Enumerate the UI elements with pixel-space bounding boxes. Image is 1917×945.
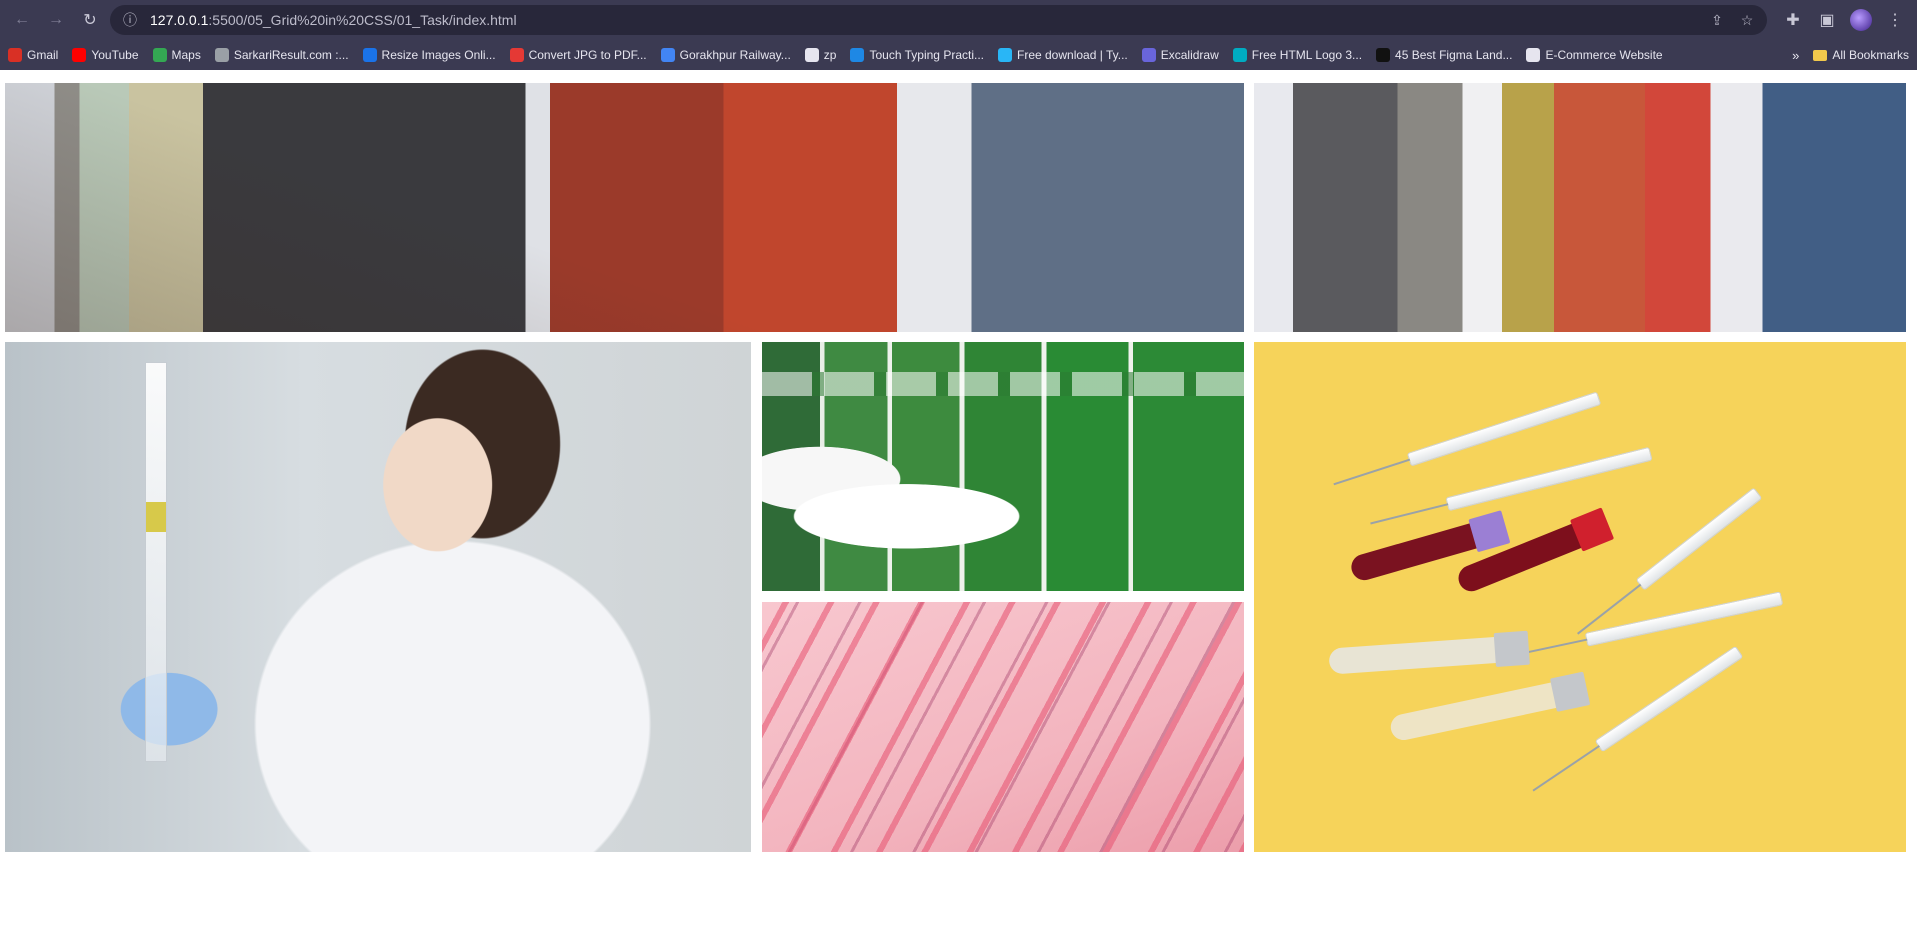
side-panel-button[interactable]: ▣ (1813, 6, 1841, 34)
image-grid (0, 70, 1917, 945)
share-icon[interactable]: ⇪ (1707, 12, 1727, 29)
kebab-menu-icon: ⋮ (1887, 12, 1903, 29)
star-icon[interactable]: ☆ (1737, 12, 1757, 29)
jar-labels (762, 372, 1244, 396)
convert-jpg-icon (509, 48, 524, 62)
bookmark-label: Free HTML Logo 3... (1251, 48, 1363, 62)
blood-vial (1328, 630, 1530, 675)
bookmark-7[interactable]: Gorakhpur Railway... (660, 48, 791, 62)
vial-cap (1569, 507, 1615, 552)
bookmark-label: zp (823, 48, 837, 62)
bookmark-9[interactable]: Touch Typing Practi... (850, 48, 984, 62)
all-bookmarks-button[interactable]: All Bookmarks (1813, 48, 1909, 62)
bookmark-11[interactable]: Excalidraw (1141, 48, 1219, 62)
forward-button[interactable]: → (42, 6, 70, 34)
extensions-button[interactable]: ✚ (1779, 6, 1807, 34)
excalidraw-icon (1141, 48, 1156, 62)
bookmark-label: Gorakhpur Railway... (679, 48, 791, 62)
test-tube (145, 362, 167, 762)
syringe (1333, 391, 1602, 486)
address-bar[interactable]: ⓘ 127.0.0.1:5500/05_Grid%20in%20CSS/01_T… (110, 5, 1767, 35)
fabric-swatches-image-2 (1254, 83, 1906, 332)
bookmark-label: Maps (171, 48, 201, 62)
needle (1370, 503, 1449, 525)
bookmark-label: 45 Best Figma Land... (1395, 48, 1513, 62)
zp-icon (804, 48, 819, 62)
all-bookmarks-label: All Bookmarks (1832, 48, 1909, 62)
info-icon[interactable]: ⓘ (120, 10, 140, 30)
fabric-swatches-image (5, 83, 1244, 332)
maps-icon (152, 48, 167, 62)
vial-cap (1493, 630, 1530, 668)
url-host: 127.0.0.1 (150, 12, 209, 28)
gmail-icon (8, 48, 22, 62)
syringe (1508, 591, 1784, 658)
avatar (1850, 9, 1872, 31)
menu-button[interactable]: ⋮ (1881, 6, 1909, 34)
yellow-syringes-image (1254, 342, 1906, 852)
reload-button[interactable]: ↻ (76, 6, 104, 34)
toolbar-actions: ✚ ▣ ⋮ (1779, 6, 1909, 34)
pink-syringes-image (762, 602, 1244, 852)
arrow-right-icon: → (48, 11, 64, 28)
needle (1333, 458, 1411, 486)
more-bookmarks-button[interactable]: » (1792, 48, 1799, 63)
bookmark-label: E-Commerce Website (1545, 48, 1663, 62)
free-download-icon (998, 48, 1012, 62)
bookmark-label: Touch Typing Practi... (869, 48, 984, 62)
vial-cap (1468, 510, 1511, 553)
dev-icon (1376, 48, 1391, 62)
reload-icon: ↻ (83, 12, 97, 29)
needle (1532, 745, 1600, 792)
bookmark-13[interactable]: 45 Best Figma Land... (1376, 48, 1512, 62)
bookmark-10[interactable]: Free download | Ty... (998, 48, 1128, 62)
spice-jars-image (762, 342, 1244, 591)
bookmark-8[interactable]: zp (804, 48, 837, 62)
address-url: 127.0.0.1:5500/05_Grid%20in%20CSS/01_Tas… (150, 12, 517, 28)
test-tube-liquid (146, 502, 166, 532)
resize-images-icon (362, 48, 377, 62)
browser-toolbar: ← → ↻ ⓘ 127.0.0.1:5500/05_Grid%20in%20CS… (0, 0, 1917, 40)
folder-icon (1813, 49, 1828, 61)
bookmark-4[interactable]: SarkariResult.com :... (214, 48, 349, 62)
bookmark-label: YouTube (91, 48, 139, 62)
puzzle-icon: ✚ (1786, 12, 1800, 29)
html-logo-icon (1232, 48, 1247, 62)
bookmark-label: Gmail (27, 48, 59, 62)
side-panel-icon: ▣ (1819, 12, 1835, 29)
bookmark-2[interactable]: YouTube (72, 48, 139, 62)
profile-button[interactable] (1847, 6, 1875, 34)
arrow-left-icon: ← (14, 11, 30, 28)
globe-icon (1526, 48, 1541, 62)
bookmark-label: SarkariResult.com :... (233, 48, 349, 62)
url-path: :5500/05_Grid%20in%20CSS/01_Task/index.h… (208, 12, 517, 28)
bookmark-3[interactable]: Maps (152, 48, 201, 62)
bookmark-6[interactable]: Convert JPG to PDF... (509, 48, 647, 62)
syringe (1577, 487, 1763, 635)
lab-scientist-image (5, 342, 751, 852)
bookmark-1[interactable]: Gmail (8, 48, 58, 62)
syringe (1532, 645, 1744, 792)
back-button[interactable]: ← (8, 6, 36, 34)
syringe (1370, 446, 1653, 525)
bookmark-label: Convert JPG to PDF... (528, 48, 647, 62)
bookmark-5[interactable]: Resize Images Onli... (362, 48, 496, 62)
youtube-icon (72, 48, 87, 62)
blood-vial (1388, 671, 1591, 743)
bookmark-label: Resize Images Onli... (381, 48, 496, 62)
browser-chrome: ← → ↻ ⓘ 127.0.0.1:5500/05_Grid%20in%20CS… (0, 0, 1917, 70)
typing-icon (850, 48, 865, 62)
bookmark-14[interactable]: E-Commerce Website (1526, 48, 1663, 62)
vial-cap (1549, 671, 1591, 712)
bookmark-label: Free download | Ty... (1017, 48, 1128, 62)
sarkariresult-icon (214, 48, 229, 62)
bookmarks-bar: Gmail YouTube Maps SarkariResult.com :... Re… (0, 40, 1917, 70)
bookmark-12[interactable]: Free HTML Logo 3... (1232, 48, 1363, 62)
gorakhpur-icon (660, 48, 675, 62)
bookmark-label: Excalidraw (1160, 48, 1219, 62)
